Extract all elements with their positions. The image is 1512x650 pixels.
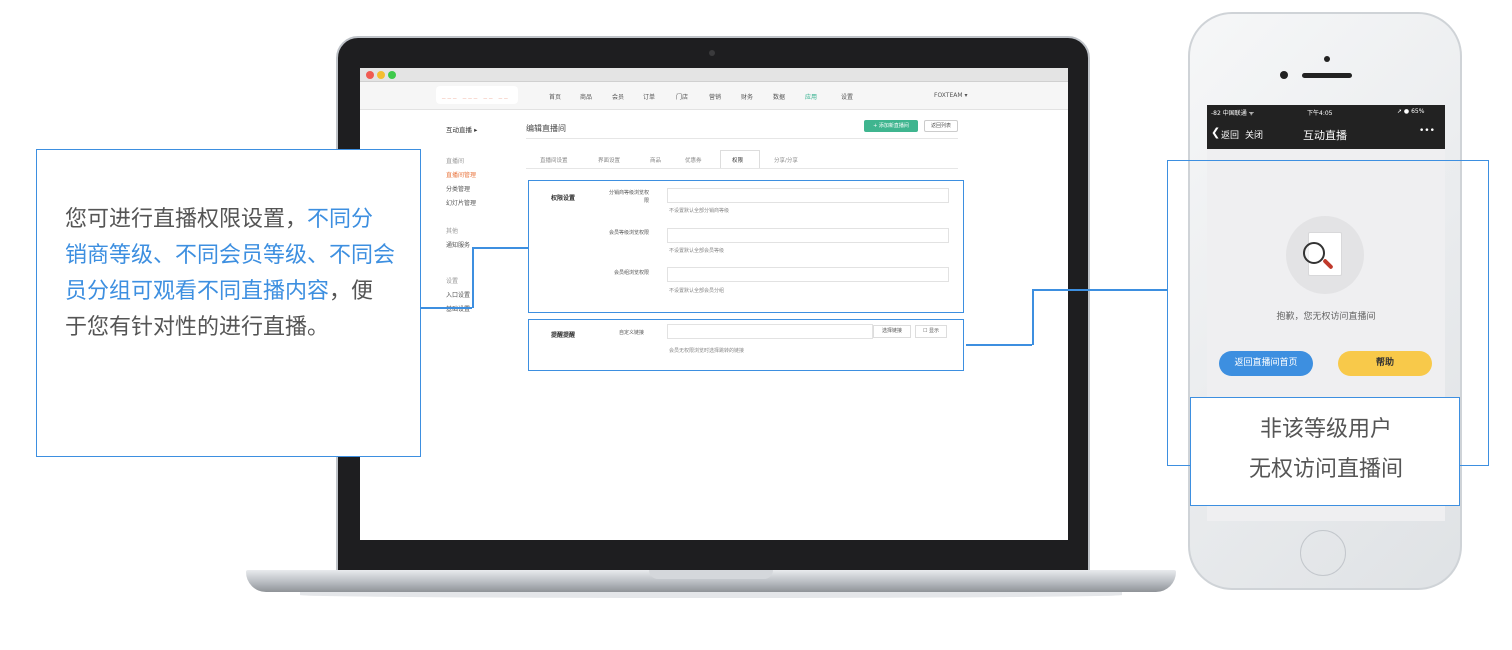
nav-home[interactable]: 首页	[549, 92, 561, 101]
no-access-callout-text: 非该等级用户 无权访问直播间	[1191, 410, 1461, 490]
laptop-notch	[649, 570, 773, 579]
select-link-button[interactable]: 选择链接	[873, 325, 911, 338]
wechat-page-title: 互动直播	[1303, 129, 1347, 142]
distributor-level-input[interactable]	[667, 188, 949, 203]
top-navigation: ___ ___ __ __ 首页 商品 会员 订单 门店 营销 财务 数据 应用…	[360, 82, 1068, 110]
maximize-window-dot[interactable]	[388, 71, 396, 79]
minimize-window-dot[interactable]	[377, 71, 385, 79]
description-segment: 您可进行直播权限设置，	[65, 207, 308, 232]
status-time: 下午4:05	[1307, 110, 1333, 117]
show-checkbox-label: 显示	[929, 328, 940, 334]
phone-speaker	[1302, 73, 1352, 78]
close-window-dot[interactable]	[366, 71, 374, 79]
brand-logo[interactable]: ___ ___ __ __	[436, 86, 518, 104]
sidebar-item-entry[interactable]: 入口设置	[446, 290, 470, 299]
page-title: 编辑直播间	[526, 124, 566, 133]
field-label: 会员等级浏览权限	[608, 230, 649, 236]
field-label: 会员组浏览权限	[613, 270, 649, 276]
battery-indicator: ➚ ● 65%	[1397, 108, 1425, 115]
account-menu[interactable]: FOXTEAM ▾	[934, 92, 967, 99]
field-label: 分销商等级浏览权限	[608, 190, 649, 204]
reminder-panel: 提醒提醒 自定义链接 选择链接 ☐ 显示 会员无权限浏览时选择跳转的链接	[528, 319, 964, 371]
connector-line	[472, 247, 528, 249]
no-access-callout: 非该等级用户 无权访问直播间	[1190, 397, 1460, 506]
field-hint: 不设置默认全部会员等级	[669, 248, 725, 254]
wechat-nav-bar: ❮ 返回 关闭 互动直播 •••	[1207, 119, 1445, 149]
tab-ui-settings[interactable]: 界面设置	[598, 156, 620, 164]
custom-link-input[interactable]	[667, 324, 873, 339]
sidebar-header[interactable]: 互动直播 ▸	[446, 124, 477, 134]
feature-description-text: 您可进行直播权限设置，不同分销商等级、不同会员等级、不同会员分组可观看不同直播内…	[65, 202, 395, 346]
permission-settings-panel: 权限设置 分销商等级浏览权限 不设置默认全部分销商等级 会员等级浏览权限 不设置…	[528, 180, 964, 313]
divider	[526, 138, 958, 139]
phone-camera	[1280, 71, 1288, 79]
sidebar-item-basic[interactable]: 基础设置	[446, 304, 470, 313]
tab-coupons[interactable]: 优惠券	[685, 156, 702, 164]
status-bar: -82 中国联通 ᯤ 下午4:05 ➚ ● 65%	[1207, 105, 1445, 119]
logo-text: ___ ___ __ __	[442, 91, 510, 99]
permission-section-label: 权限设置	[551, 195, 576, 202]
show-checkbox[interactable]: ☐ 显示	[915, 325, 947, 338]
sidebar-item-room-manage[interactable]: 直播间管理	[446, 170, 476, 179]
nav-member[interactable]: 会员	[612, 92, 624, 101]
nav-settings[interactable]: 设置	[841, 92, 853, 101]
back-to-list-button[interactable]: 返回列表	[924, 120, 958, 132]
sidebar-group-title: 其他	[446, 228, 459, 235]
tab-room-settings[interactable]: 直播间设置	[540, 156, 568, 164]
callout-line-2: 无权访问直播间	[1248, 457, 1403, 482]
member-group-input[interactable]	[667, 267, 949, 282]
member-level-input[interactable]	[667, 228, 949, 243]
nav-order[interactable]: 订单	[643, 92, 655, 101]
callout-line-1: 非该等级用户	[1259, 417, 1392, 442]
sidebar-item-category[interactable]: 分类管理	[446, 184, 470, 193]
connector-line	[1032, 289, 1034, 345]
back-chevron-icon[interactable]: ❮	[1211, 126, 1220, 139]
carrier-signal: -82 中国联通 ᯤ	[1211, 110, 1255, 117]
nav-goods[interactable]: 商品	[580, 92, 592, 101]
laptop-shadow	[300, 592, 1122, 598]
nav-apps[interactable]: 应用	[805, 92, 817, 101]
nav-store[interactable]: 门店	[676, 92, 688, 101]
phone-sensor	[1324, 56, 1330, 62]
sidebar-group-title: 设置	[446, 278, 459, 285]
phone-home-button[interactable]	[1300, 530, 1346, 576]
nav-data[interactable]: 数据	[773, 92, 785, 101]
field-label: 自定义链接	[619, 330, 645, 336]
laptop-screen: ___ ___ __ __ 首页 商品 会员 订单 门店 营销 财务 数据 应用…	[360, 68, 1068, 540]
sidebar-item-slides[interactable]: 幻灯片管理	[446, 198, 476, 207]
sidebar-group-title: 直播间	[446, 158, 465, 165]
tab-permissions[interactable]: 权限	[732, 156, 743, 164]
sidebar-item-notify[interactable]: 通知服务	[446, 240, 470, 249]
nav-marketing[interactable]: 营销	[709, 92, 721, 101]
back-link[interactable]: 返回	[1221, 128, 1239, 141]
nav-finance[interactable]: 财务	[741, 92, 753, 101]
field-hint: 不设置默认全部分销商等级	[669, 208, 730, 214]
tab-underline	[526, 168, 958, 169]
tab-share[interactable]: 分享/分享	[774, 156, 798, 164]
reminder-section-label: 提醒提醒	[551, 332, 576, 339]
feature-description-callout: 您可进行直播权限设置，不同分销商等级、不同会员等级、不同会员分组可观看不同直播内…	[36, 149, 421, 457]
field-hint: 不设置默认全部会员分组	[669, 288, 725, 294]
connector-line	[1032, 289, 1168, 291]
add-room-button[interactable]: + 添加新直播间	[864, 120, 918, 132]
tab-goods[interactable]: 商品	[650, 156, 661, 164]
connector-line	[966, 344, 1032, 346]
close-link[interactable]: 关闭	[1245, 128, 1263, 141]
window-titlebar	[360, 68, 1068, 82]
connector-line	[420, 307, 472, 309]
laptop-camera	[709, 50, 715, 56]
field-hint: 会员无权限浏览时选择跳转的链接	[669, 348, 745, 354]
connector-line	[472, 247, 474, 308]
more-menu-icon[interactable]: •••	[1419, 126, 1435, 136]
